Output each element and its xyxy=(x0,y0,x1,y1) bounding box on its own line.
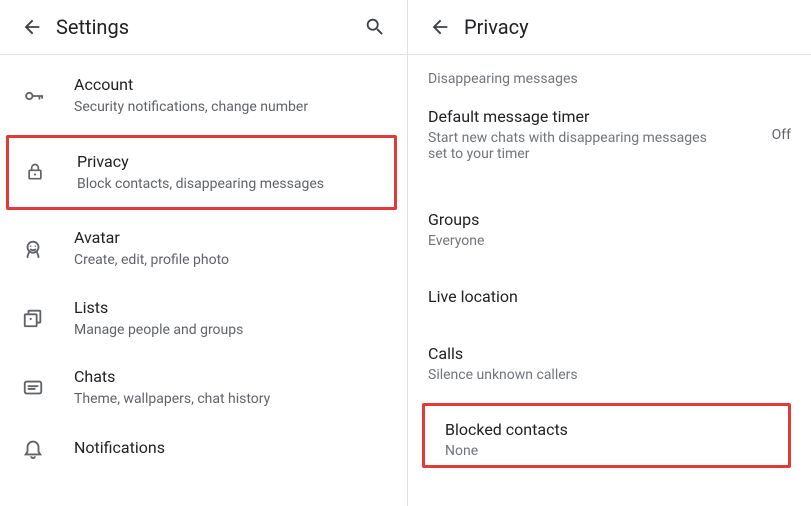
item-title: Avatar xyxy=(74,228,391,248)
item-value: Off xyxy=(760,127,791,143)
privacy-item-default-timer[interactable]: Default message timer Start new chats wi… xyxy=(408,93,811,168)
item-title: Calls xyxy=(428,344,791,363)
item-subtitle: Block contacts, disappearing messages xyxy=(77,176,378,194)
item-title: Live location xyxy=(428,287,791,306)
item-subtitle: Start new chats with disappearing messag… xyxy=(428,130,728,162)
settings-title: Settings xyxy=(56,15,355,39)
item-title: Privacy xyxy=(77,152,378,172)
settings-item-privacy[interactable]: Privacy Block contacts, disappearing mes… xyxy=(6,135,397,211)
section-disappearing-messages: Disappearing messages xyxy=(408,55,811,93)
privacy-item-calls[interactable]: Calls Silence unknown callers xyxy=(408,330,811,389)
lists-icon xyxy=(22,307,74,329)
privacy-item-live-location[interactable]: Live location xyxy=(408,273,811,312)
settings-item-notifications[interactable]: Notifications xyxy=(0,423,407,459)
privacy-item-blocked-contacts[interactable]: Blocked contacts None xyxy=(422,403,791,468)
settings-item-avatar[interactable]: Avatar Create, edit, profile photo xyxy=(0,214,407,284)
item-subtitle: Everyone xyxy=(428,233,728,249)
avatar-icon xyxy=(22,238,74,260)
privacy-title: Privacy xyxy=(464,15,799,39)
item-title: Groups xyxy=(428,210,791,229)
search-button[interactable] xyxy=(355,7,395,47)
item-title: Blocked contacts xyxy=(445,420,768,439)
back-arrow-icon xyxy=(21,16,43,38)
chats-icon xyxy=(22,377,74,399)
search-icon xyxy=(364,16,386,38)
item-title: Default message timer xyxy=(428,107,760,126)
item-title: Notifications xyxy=(74,438,391,458)
item-title: Account xyxy=(74,75,391,95)
back-arrow-icon xyxy=(429,16,451,38)
item-subtitle: Silence unknown callers xyxy=(428,367,728,383)
item-subtitle: Security notifications, change number xyxy=(74,99,391,117)
item-subtitle: Theme, wallpapers, chat history xyxy=(74,391,391,409)
settings-header: Settings xyxy=(0,0,407,55)
settings-item-lists[interactable]: Lists Manage people and groups xyxy=(0,284,407,354)
settings-pane: Settings Account Security notifications,… xyxy=(0,0,408,506)
item-title: Lists xyxy=(74,298,391,318)
settings-list: Account Security notifications, change n… xyxy=(0,55,407,459)
privacy-item-groups[interactable]: Groups Everyone xyxy=(408,196,811,255)
back-button[interactable] xyxy=(12,7,52,47)
settings-item-account[interactable]: Account Security notifications, change n… xyxy=(0,61,407,131)
privacy-pane: Privacy Disappearing messages Default me… xyxy=(408,0,811,506)
key-icon xyxy=(22,85,74,107)
item-title: Chats xyxy=(74,367,391,387)
item-subtitle: Create, edit, profile photo xyxy=(74,252,391,270)
item-subtitle: Manage people and groups xyxy=(74,322,391,340)
notifications-icon xyxy=(22,437,74,459)
item-subtitle: None xyxy=(445,443,745,459)
back-button[interactable] xyxy=(420,7,460,47)
lock-icon xyxy=(25,162,77,182)
settings-item-chats[interactable]: Chats Theme, wallpapers, chat history xyxy=(0,353,407,423)
privacy-header: Privacy xyxy=(408,0,811,55)
